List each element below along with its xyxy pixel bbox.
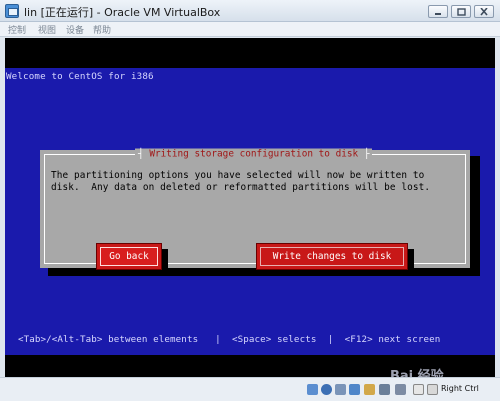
host-key-label: Right Ctrl [441,384,479,393]
dialog-title-text: Writing storage configuration to disk [149,148,359,160]
go-back-button[interactable]: Go back [96,243,162,270]
maximize-icon [457,8,466,16]
display-icon[interactable] [379,384,390,395]
hard-disk-icon[interactable] [307,384,318,395]
close-button[interactable] [474,5,494,18]
capture-icon[interactable] [395,384,406,395]
keyboard-hint: <Tab>/<Alt-Tab> between elements | <Spac… [18,334,441,345]
menu-devices[interactable]: 设备 [66,23,84,36]
menu-view[interactable]: 视图 [38,23,56,36]
write-changes-label: Write changes to disk [272,251,392,262]
go-back-face: Go back [96,243,162,270]
network-icon[interactable] [349,384,360,395]
maximize-button[interactable] [451,5,471,18]
title-bar: lin [正在运行] - Oracle VM VirtualBox [0,0,500,22]
welcome-banner: Welcome to CentOS for i386 [6,71,154,82]
window-title: lin [正在运行] - Oracle VM VirtualBox [24,6,221,19]
storage-dialog: ┤ Writing storage configuration to disk … [40,148,470,276]
dialog-message-line2: disk. Any data on deleted or reformatted… [51,182,431,193]
write-changes-face: Write changes to disk [256,243,408,270]
minimize-icon [435,13,441,15]
go-back-label: Go back [109,251,149,262]
dialog-message-line1: The partitioning options you have select… [51,170,425,181]
close-icon [480,8,488,16]
status-bar: Right Ctrl [0,377,500,401]
keyboard-capture-icon[interactable] [427,384,438,395]
minimize-button[interactable] [428,5,448,18]
vm-display[interactable]: Welcome to CentOS for i386 ┤ Writing sto… [5,38,495,384]
dialog-message: The partitioning options you have select… [51,170,430,194]
usb-icon[interactable] [335,384,346,395]
shared-folder-icon[interactable] [364,384,375,395]
virtualbox-app-icon [5,4,19,18]
dialog-title: ┤ Writing storage configuration to disk … [135,148,373,160]
menu-help[interactable]: 帮助 [93,23,111,36]
optical-drive-icon[interactable] [321,384,332,395]
mouse-integration-icon[interactable] [413,384,424,395]
menu-bar: 控制 视图 设备 帮助 [0,22,500,37]
menu-control[interactable]: 控制 [8,23,26,36]
write-changes-button[interactable]: Write changes to disk [256,243,408,270]
